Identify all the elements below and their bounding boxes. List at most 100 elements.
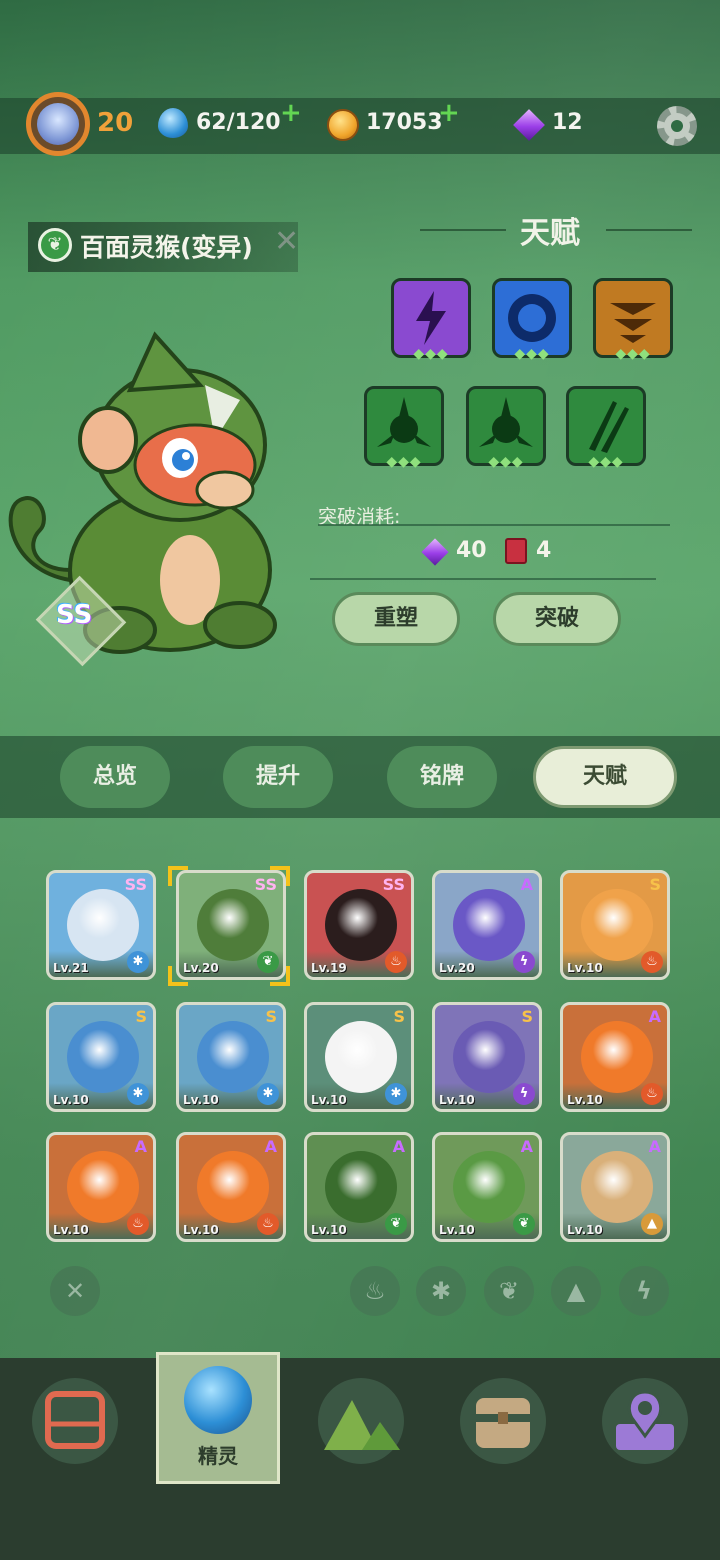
breakthrough-button[interactable]: 突破 [493,592,621,646]
coin-add-button[interactable]: + [438,98,460,128]
pet-card[interactable]: S Lv.10 ✱ [176,1002,286,1112]
leaf-element-icon: ❦ [385,1213,407,1235]
spirit-nav-label: 精灵 [198,1444,238,1468]
pet-card[interactable]: S Lv.10 ϟ [432,1002,542,1112]
ice-element-icon: ✱ [385,1083,407,1105]
pet-rarity: SS [124,875,147,894]
energy-drop-icon [158,108,188,138]
energy-add-button[interactable]: + [280,98,302,128]
pet-card[interactable]: A Lv.10 ▲ [560,1132,670,1242]
tab-overview[interactable]: 总览 [60,746,170,808]
mountain-nav-icon[interactable] [318,1378,404,1464]
pet-portrait [325,1151,397,1223]
player-avatar[interactable] [26,92,90,156]
divider [318,524,670,526]
pet-level: Lv.10 [567,961,603,975]
coin-icon [327,109,359,141]
pet-level: Lv.20 [439,961,475,975]
tab-talent[interactable]: 天赋 [533,746,677,808]
pet-rarity: A [264,1137,277,1156]
selection-corner [168,966,188,986]
pet-card[interactable]: S Lv.10 ✱ [46,1002,156,1112]
pet-card[interactable]: SS Lv.21 ✱ [46,870,156,980]
selection-corner [168,866,188,886]
talent-level-pips: ◆◆◆ [488,454,524,470]
energy-value: 62/120 [196,110,281,135]
fire-element-icon: ♨ [641,951,663,973]
pet-name: 百面灵猴(变异) [80,233,253,262]
pet-portrait [197,1021,269,1093]
pet-rarity: A [648,1137,661,1156]
talent-level-pips: ◆◆◆ [615,346,651,362]
pet-card[interactable]: A Lv.10 ♨ [46,1132,156,1242]
divider [310,578,656,580]
gem-value: 12 [552,110,583,135]
pet-rarity: SS [382,875,405,894]
clear-filter-icon[interactable]: ✕ [50,1266,100,1316]
pet-portrait [67,889,139,961]
talent-level-pips: ◆◆◆ [386,454,422,470]
pet-rarity: S [649,875,661,894]
fire-element-icon: ♨ [257,1213,279,1235]
gem-cost-value: 40 [456,538,487,563]
pet-portrait [581,1021,653,1093]
pet-rarity: A [392,1137,405,1156]
pet-rarity: A [648,1007,661,1026]
pet-level: Lv.10 [311,1223,347,1237]
pet-portrait [197,889,269,961]
pet-level: Lv.10 [439,1093,475,1107]
thunder-element-icon: ϟ [513,951,535,973]
pet-card[interactable]: SS Lv.20 ❦ [176,870,286,980]
pet-level: Lv.10 [567,1093,603,1107]
pet-rarity: A [134,1137,147,1156]
player-level: 20 [97,108,134,138]
fire-element-icon: ♨ [385,951,407,973]
avatar-portrait [37,103,79,145]
pet-rarity: S [521,1007,533,1026]
ice-element-icon: ✱ [257,1083,279,1105]
tab-upgrade[interactable]: 提升 [223,746,333,808]
pet-level: Lv.10 [311,1093,347,1107]
fire-filter-icon[interactable]: ♨ [350,1266,400,1316]
chest-nav-icon[interactable] [460,1378,546,1464]
pet-card[interactable]: A Lv.10 ❦ [432,1132,542,1242]
ice-filter-icon[interactable]: ✱ [416,1266,466,1316]
fire-element-icon: ♨ [127,1213,149,1235]
pet-card[interactable]: S Lv.10 ✱ [304,1002,414,1112]
pet-rarity: S [393,1007,405,1026]
pet-card[interactable]: A Lv.10 ♨ [176,1132,286,1242]
coin-value: 17053 [366,110,443,135]
settings-gear-icon[interactable] [657,106,697,146]
pet-portrait [325,889,397,961]
pet-portrait [453,1151,525,1223]
pet-level: Lv.10 [567,1223,603,1237]
talent-title: 天赋 [520,216,580,251]
pet-level: Lv.21 [53,961,89,975]
pet-portrait [453,1021,525,1093]
pet-portrait [67,1151,139,1223]
pet-level: Lv.20 [183,961,219,975]
pet-portrait [197,1151,269,1223]
talent-level-pips: ◆◆◆ [413,346,449,362]
thunder-element-icon: ϟ [513,1083,535,1105]
map-nav-icon[interactable] [602,1378,688,1464]
pet-portrait [325,1021,397,1093]
pet-card[interactable]: S Lv.10 ♨ [560,870,670,980]
pet-card[interactable]: A Lv.10 ❦ [304,1132,414,1242]
pet-card[interactable]: SS Lv.19 ♨ [304,870,414,980]
pet-rarity: S [135,1007,147,1026]
pet-level: Lv.10 [53,1093,89,1107]
earth-filter-icon[interactable]: ▲ [551,1266,601,1316]
pet-card[interactable]: A Lv.20 ϟ [432,870,542,980]
leaf-filter-icon[interactable]: ❦ [484,1266,534,1316]
reroll-button[interactable]: 重塑 [332,592,460,646]
tab-nameplate[interactable]: 铭牌 [387,746,497,808]
talent-level-pips: ◆◆◆ [514,346,550,362]
pet-level: Lv.10 [53,1223,89,1237]
thunder-filter-icon[interactable]: ϟ [619,1266,669,1316]
pet-level: Lv.10 [439,1223,475,1237]
bag-nav-icon[interactable] [32,1378,118,1464]
pet-level: Lv.10 [183,1223,219,1237]
close-icon[interactable]: ✕ [274,224,299,259]
pet-card[interactable]: A Lv.10 ♨ [560,1002,670,1112]
